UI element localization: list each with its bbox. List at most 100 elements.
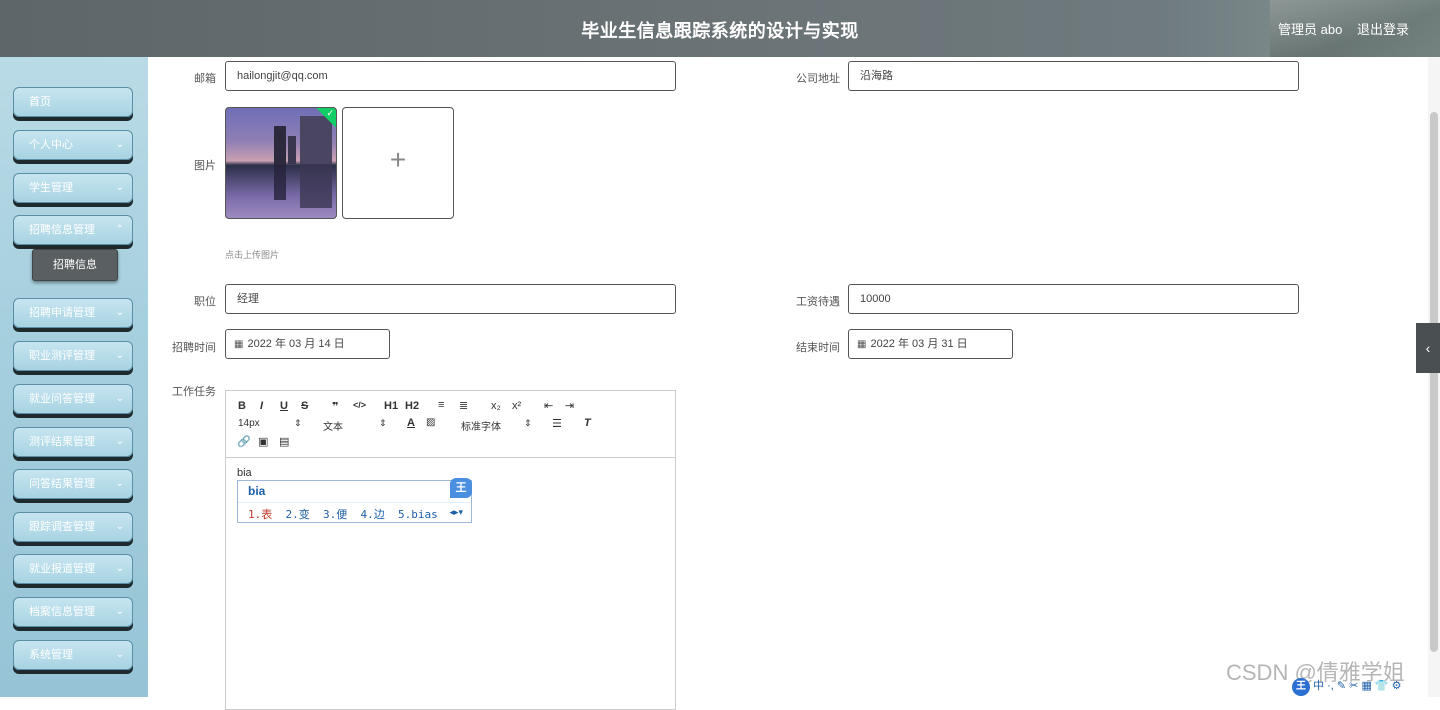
ime-tray-icons: 中 ·, ✎ ✂ ▦ 👕 ⚙	[1313, 680, 1402, 692]
sidebar-item-qa-results[interactable]: 问答结果管理 ⌄	[13, 469, 133, 499]
upload-hint: 点击上传图片	[225, 250, 280, 260]
chevron-down-icon: ⌄	[115, 563, 124, 574]
ime-pinyin: bia	[248, 484, 266, 498]
indent-icon[interactable]: ⇥	[565, 399, 574, 412]
calendar-icon: ▦	[234, 339, 244, 350]
ime-candidate[interactable]: 5.bias	[398, 508, 438, 521]
sidebar-item-label: 个人中心	[29, 139, 73, 151]
current-user: 管理员 abo	[1278, 22, 1343, 37]
end-date-picker[interactable]: ▦ 2022 年 03 月 31 日	[848, 329, 1013, 359]
video-icon[interactable]: ▤	[279, 435, 289, 448]
editor-toolbar: B I U S ❞ </> H1 H2 ≡ ≣ x₂ x² ⇤ ⇥ 14px ⇕…	[226, 391, 675, 458]
task-label: 工作任务	[172, 386, 216, 398]
text-style-select[interactable]: 文本	[323, 418, 343, 433]
scrollbar-thumb[interactable]	[1430, 112, 1438, 652]
heading2-button[interactable]: H2	[405, 400, 419, 412]
select-arrow-icon: ⇕	[379, 418, 387, 428]
font-size-select[interactable]: 14px	[238, 418, 260, 429]
chevron-down-icon: ⌄	[115, 606, 124, 617]
sidebar-item-label: 测评结果管理	[29, 436, 95, 448]
end-date-value: 2022 年 03 月 31 日	[870, 338, 968, 350]
clear-format-icon[interactable]: T	[584, 417, 591, 429]
subscript-button[interactable]: x₂	[491, 400, 501, 412]
quote-icon[interactable]: ❞	[332, 400, 338, 413]
position-field[interactable]: 经理	[225, 284, 676, 314]
strike-button[interactable]: S	[301, 400, 308, 412]
sidebar-item-home[interactable]: 首页	[13, 87, 133, 117]
chevron-up-icon: ⌃	[115, 224, 124, 235]
superscript-button[interactable]: x²	[512, 400, 521, 412]
bullet-list-icon[interactable]: ≣	[459, 399, 468, 412]
rich-text-editor[interactable]: B I U S ❞ </> H1 H2 ≡ ≣ x₂ x² ⇤ ⇥ 14px ⇕…	[225, 390, 676, 710]
sidebar-item-employment-qa[interactable]: 就业问答管理 ⌄	[13, 384, 133, 414]
ime-candidate[interactable]: 1.表	[248, 508, 272, 521]
font-color-icon[interactable]: A	[407, 417, 415, 429]
font-family-select[interactable]: 标准字体	[461, 418, 501, 433]
email-label: 邮箱	[194, 73, 216, 85]
page-scrollbar[interactable]	[1428, 57, 1440, 697]
ime-candidate[interactable]: 3.便	[323, 508, 347, 521]
recruit-date-picker[interactable]: ▦ 2022 年 03 月 14 日	[225, 329, 390, 359]
underline-button[interactable]: U	[280, 400, 288, 412]
uploaded-image-thumbnail[interactable]: ✓	[225, 107, 337, 219]
upload-button[interactable]: +	[342, 107, 454, 219]
image-icon[interactable]: ▣	[258, 435, 268, 448]
form-area: 邮箱 hailongjit@qq.com 公司地址 沿海路 图片 ✓ + 点击上…	[148, 57, 1428, 710]
heading1-button[interactable]: H1	[384, 400, 398, 412]
chevron-down-icon: ⌄	[115, 307, 124, 318]
plus-icon: +	[389, 144, 407, 175]
chevron-down-icon: ⌄	[115, 182, 124, 193]
chevron-down-icon: ⌄	[115, 350, 124, 361]
sidebar-item-label: 学生管理	[29, 182, 73, 194]
sidebar-item-students[interactable]: 学生管理 ⌄	[13, 173, 133, 203]
background-color-icon[interactable]: ▨	[426, 417, 435, 428]
sidebar-item-label: 跟踪调查管理	[29, 521, 95, 533]
outdent-icon[interactable]: ⇤	[544, 399, 553, 412]
sidebar-item-employment-report[interactable]: 就业报道管理 ⌄	[13, 554, 133, 584]
check-icon: ✓	[326, 108, 334, 118]
address-field[interactable]: 沿海路	[848, 61, 1299, 91]
sidebar-item-label: 招聘信息管理	[29, 224, 95, 236]
sidebar-item-system[interactable]: 系统管理 ⌄	[13, 640, 133, 670]
page-title: 毕业生信息跟踪系统的设计与实现	[581, 21, 859, 41]
recruit-time-label: 招聘时间	[172, 342, 216, 354]
ime-toolbar[interactable]: 王 中 ·, ✎ ✂ ▦ 👕 ⚙	[1292, 677, 1440, 697]
sidebar-item-label: 就业问答管理	[29, 393, 95, 405]
sidebar-item-tracking-survey[interactable]: 跟踪调查管理 ⌄	[13, 512, 133, 542]
sidebar-subitem-recruit-info[interactable]: 招聘信息	[32, 249, 118, 281]
logout-link[interactable]: 退出登录	[1357, 19, 1409, 38]
sidebar-item-test-results[interactable]: 测评结果管理 ⌄	[13, 427, 133, 457]
select-arrow-icon: ⇕	[524, 418, 532, 428]
chevron-down-icon: ⌄	[115, 521, 124, 532]
email-field[interactable]: hailongjit@qq.com	[225, 61, 676, 91]
link-icon[interactable]: 🔗	[237, 435, 251, 448]
ordered-list-icon[interactable]: ≡	[438, 399, 444, 411]
salary-field[interactable]: 10000	[848, 284, 1299, 314]
editor-content[interactable]: bia	[237, 467, 252, 479]
ime-page-arrows-icon[interactable]: ◂▸▾	[449, 507, 463, 518]
building-shape	[300, 116, 332, 164]
sidebar-item-label: 系统管理	[29, 649, 73, 661]
salary-label: 工资待遇	[796, 296, 840, 308]
chevron-down-icon: ⌄	[115, 139, 124, 150]
building-shape	[288, 136, 296, 164]
sidebar-item-recruit-info[interactable]: 招聘信息管理 ⌃	[13, 215, 133, 245]
ime-candidate-popup[interactable]: bia 王 1.表 2.变 3.便 4.边 5.bias ◂▸▾	[237, 478, 472, 523]
sidebar-item-personal-center[interactable]: 个人中心 ⌄	[13, 130, 133, 160]
sidebar-item-career-test[interactable]: 职业测评管理 ⌄	[13, 341, 133, 371]
sidebar-item-recruit-apply[interactable]: 招聘申请管理 ⌄	[13, 298, 133, 328]
reflection-shape	[274, 164, 286, 200]
code-icon[interactable]: </>	[353, 400, 366, 410]
sidebar: 首页 个人中心 ⌄ 学生管理 ⌄ 招聘信息管理 ⌃ 招聘申请管理 ⌄ 职业测评管理 ⌄ 就…	[0, 57, 148, 697]
ime-candidate[interactable]: 2.变	[286, 508, 310, 521]
sidebar-item-archives[interactable]: 档案信息管理 ⌄	[13, 597, 133, 627]
collapse-panel-button[interactable]: ‹	[1416, 323, 1440, 373]
ime-candidate[interactable]: 4.边	[361, 508, 385, 521]
reflection-shape	[300, 164, 332, 208]
italic-button[interactable]: I	[260, 400, 263, 412]
bold-button[interactable]: B	[238, 400, 246, 412]
chevron-down-icon: ⌄	[115, 649, 124, 660]
chevron-down-icon: ⌄	[115, 478, 124, 489]
building-shape	[274, 126, 286, 164]
align-icon[interactable]: ☰	[552, 417, 562, 430]
